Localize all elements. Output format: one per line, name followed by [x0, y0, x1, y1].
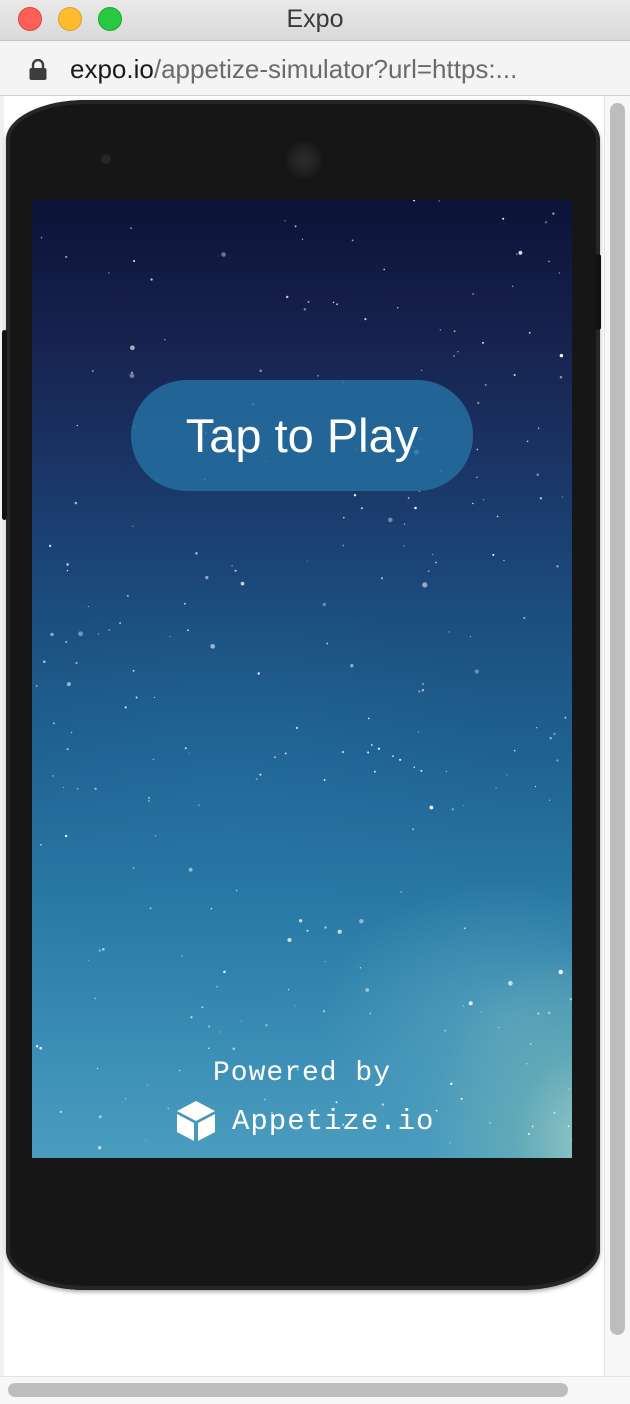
address-bar[interactable]: expo.io/appetize-simulator?url=https:...: [0, 41, 630, 96]
powered-by-label: Powered by: [212, 1058, 392, 1089]
phone-simulator-frame: Tap to Play Powered by Appetize.io: [2, 100, 601, 1290]
simulator-screen[interactable]: Tap to Play Powered by Appetize.io: [32, 200, 572, 1158]
cube-icon: [177, 1101, 215, 1141]
vertical-scrollbar-thumb[interactable]: [610, 103, 625, 1335]
earpiece-speaker: [286, 142, 322, 178]
phone-side-button: [2, 330, 7, 520]
horizontal-scrollbar-thumb[interactable]: [8, 1383, 568, 1397]
browser-window: Expo expo.io/appetize-simulator?url=http…: [0, 0, 630, 1404]
starfield-background: [35, 200, 572, 1150]
appetize-name: Appetize.io: [232, 1104, 435, 1138]
page-left-edge: [0, 96, 4, 1376]
lock-icon: [29, 59, 47, 80]
tap-to-play-button[interactable]: Tap to Play: [131, 380, 473, 491]
phone-power-button: [596, 254, 601, 330]
proximity-sensor: [101, 154, 111, 164]
url-domain: expo.io: [70, 54, 154, 84]
appetize-brand[interactable]: Appetize.io: [174, 1098, 434, 1144]
url-text[interactable]: expo.io/appetize-simulator?url=https:...: [70, 54, 517, 85]
window-title: Expo: [286, 5, 344, 33]
url-path: /appetize-simulator?url=https:...: [153, 54, 518, 84]
title-bar: Expo: [0, 0, 630, 41]
